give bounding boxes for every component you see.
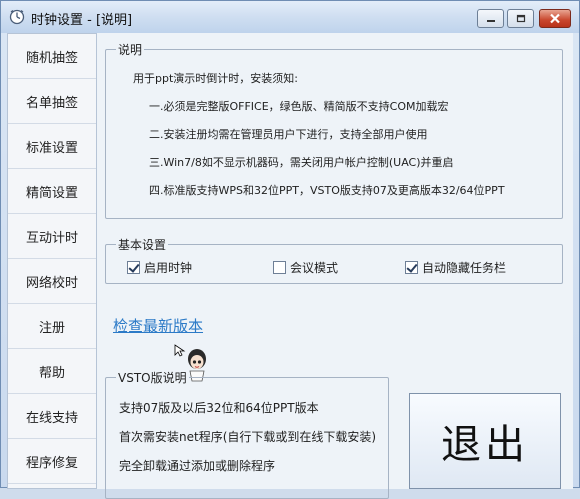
instructions-intro: 用于ppt演示时倒计时，安装须知: <box>133 72 298 85</box>
sidebar-item-label: 注册 <box>38 320 65 336</box>
auto-hide-taskbar-checkbox[interactable]: 自动隐藏任务栏 <box>405 259 506 276</box>
sidebar-item-label: 程序修复 <box>25 455 78 471</box>
sidebar-item-label: 标准设置 <box>25 140 78 156</box>
sidebar-item-label: 名单抽签 <box>25 95 78 111</box>
sidebar-item-label: 随机抽签 <box>25 50 78 66</box>
sidebar-item-label: 在线支持 <box>25 410 78 426</box>
sidebar-item-register[interactable]: 注册 <box>8 304 96 349</box>
clock-icon <box>9 9 25 25</box>
minimize-icon <box>478 10 503 27</box>
instruction-line: 四.标准版支持WPS和32位PPT，VSTO版支持07及更高版本32/64位PP… <box>149 184 505 197</box>
exit-button[interactable]: 退出 <box>409 393 561 489</box>
close-icon <box>540 10 570 27</box>
close-button[interactable] <box>539 9 571 28</box>
checkbox-unchecked <box>273 261 286 274</box>
checkbox-checked <box>127 261 140 274</box>
sidebar-item-standard-settings[interactable]: 标准设置 <box>8 124 96 169</box>
checkbox-checked <box>405 261 418 274</box>
app-window: 时钟设置 - [说明] 随机抽签 名单抽签 标准设置 精简设置 互动计时 网络校… <box>0 0 580 499</box>
check-update-link[interactable]: 检查最新版本 <box>113 315 203 336</box>
title-bar[interactable]: 时钟设置 - [说明] <box>1 1 579 33</box>
checkbox-label: 启用时钟 <box>144 261 193 275</box>
enable-clock-checkbox[interactable]: 启用时钟 <box>127 259 192 276</box>
checkbox-label: 会议模式 <box>290 261 339 275</box>
sidebar-item-program-repair[interactable]: 程序修复 <box>8 439 96 484</box>
checkbox-label: 自动隐藏任务栏 <box>422 261 507 275</box>
basic-settings-title: 基本设置 <box>118 238 167 252</box>
sidebar-item-label: 互动计时 <box>25 230 78 246</box>
instructions-title: 说明 <box>118 43 143 57</box>
sidebar: 随机抽签 名单抽签 标准设置 精简设置 互动计时 网络校时 注册 帮助 在线支持… <box>7 33 97 489</box>
maximize-button[interactable] <box>507 9 534 28</box>
sidebar-item-label: 精简设置 <box>25 185 78 201</box>
vsto-line: 支持07版及以后32位和64位PPT版本 <box>119 401 319 415</box>
sidebar-item-random-draw[interactable]: 随机抽签 <box>8 34 96 79</box>
instruction-line: 三.Win7/8如不显示机器码，需关闭用户帐户控制(UAC)并重启 <box>149 156 454 169</box>
sidebar-item-list-draw[interactable]: 名单抽签 <box>8 79 96 124</box>
instruction-line: 一.必须是完整版OFFICE，绿色版、精简版不支持COM加载宏 <box>149 100 449 113</box>
sidebar-item-interactive-timer[interactable]: 互动计时 <box>8 214 96 259</box>
sidebar-item-network-time[interactable]: 网络校时 <box>8 259 96 304</box>
exit-button-label: 退出 <box>441 422 529 468</box>
minimize-button[interactable] <box>477 9 504 28</box>
sidebar-item-label: 网络校时 <box>25 275 78 291</box>
instruction-line: 二.安装注册均需在管理员用户下进行，支持全部用户使用 <box>149 128 428 141</box>
vsto-line: 首次需安装net程序(自行下载或到在线下载安装) <box>119 430 377 444</box>
sidebar-item-online-support[interactable]: 在线支持 <box>8 394 96 439</box>
sidebar-item-help[interactable]: 帮助 <box>8 349 96 394</box>
window-title: 时钟设置 - [说明] <box>31 13 133 28</box>
meeting-mode-checkbox[interactable]: 会议模式 <box>273 259 338 276</box>
vsto-line: 完全卸载通过添加或删除程序 <box>119 459 276 473</box>
sidebar-item-label: 帮助 <box>38 365 65 381</box>
sidebar-item-simple-settings[interactable]: 精简设置 <box>8 169 96 214</box>
maximize-icon <box>508 10 533 27</box>
vsto-title: VSTO版说明 <box>118 371 187 385</box>
